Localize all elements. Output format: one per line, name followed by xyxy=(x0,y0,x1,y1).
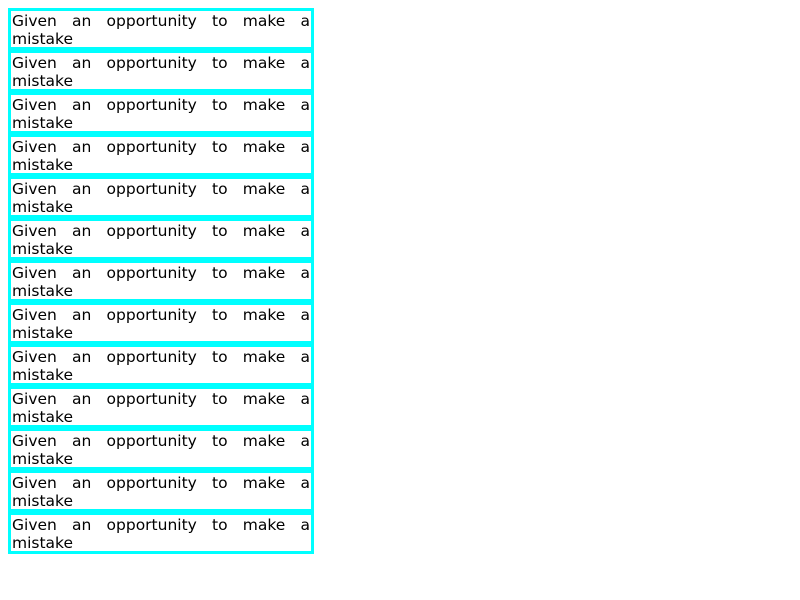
text-box-label: Given an opportunity to make a mistake xyxy=(12,348,310,384)
text-box: Given an opportunity to make a mistake xyxy=(8,176,314,218)
text-box: Given an opportunity to make a mistake xyxy=(8,344,314,386)
text-box: Given an opportunity to make a mistake xyxy=(8,50,314,92)
text-box: Given an opportunity to make a mistake xyxy=(8,260,314,302)
text-box-label: Given an opportunity to make a mistake xyxy=(12,264,310,300)
text-box-label: Given an opportunity to make a mistake xyxy=(12,54,310,90)
text-box-label: Given an opportunity to make a mistake xyxy=(12,180,310,216)
text-box-label: Given an opportunity to make a mistake xyxy=(12,222,310,258)
text-box: Given an opportunity to make a mistake xyxy=(8,512,314,554)
text-box: Given an opportunity to make a mistake xyxy=(8,302,314,344)
text-box: Given an opportunity to make a mistake xyxy=(8,134,314,176)
text-box-label: Given an opportunity to make a mistake xyxy=(12,474,310,510)
text-box: Given an opportunity to make a mistake xyxy=(8,92,314,134)
text-box-label: Given an opportunity to make a mistake xyxy=(12,96,310,132)
text-box-stack: Given an opportunity to make a mistake G… xyxy=(8,8,314,554)
text-box-label: Given an opportunity to make a mistake xyxy=(12,138,310,174)
text-box-label: Given an opportunity to make a mistake xyxy=(12,12,310,48)
text-box-label: Given an opportunity to make a mistake xyxy=(12,516,310,552)
text-box-label: Given an opportunity to make a mistake xyxy=(12,306,310,342)
text-box-label: Given an opportunity to make a mistake xyxy=(12,390,310,426)
text-box: Given an opportunity to make a mistake xyxy=(8,386,314,428)
text-box: Given an opportunity to make a mistake xyxy=(8,8,314,50)
text-box: Given an opportunity to make a mistake xyxy=(8,428,314,470)
text-box: Given an opportunity to make a mistake xyxy=(8,470,314,512)
text-box-label: Given an opportunity to make a mistake xyxy=(12,432,310,468)
text-box: Given an opportunity to make a mistake xyxy=(8,218,314,260)
